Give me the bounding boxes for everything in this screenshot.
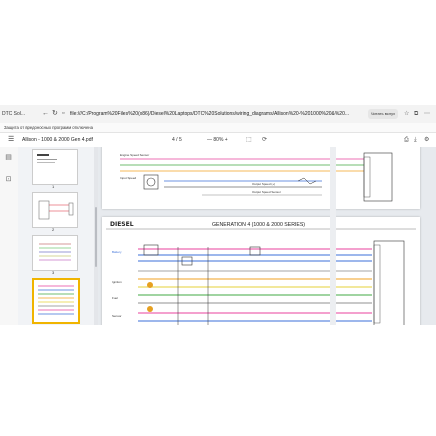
gauge-icon xyxy=(146,177,156,187)
scrollbar-thumb[interactable] xyxy=(95,207,97,267)
total-pages: / 5 xyxy=(176,137,182,143)
label-output-speed: Output Speed (+) xyxy=(252,182,275,186)
rotate-icon[interactable]: ⟳ xyxy=(262,135,267,145)
pdf-file-title: Allison - 1000 & 2000 Gen 4.pdf xyxy=(22,137,93,143)
thumbnail-number: 1 xyxy=(52,184,55,189)
fit-page-icon[interactable]: ⬚ xyxy=(246,135,252,145)
security-notice: Защита от вредоносных программ отключена xyxy=(0,123,436,133)
thumbnail-page-2[interactable] xyxy=(32,192,78,228)
label-ignition: Ignition xyxy=(112,280,122,284)
module-icon xyxy=(249,246,261,256)
save-icon[interactable]: ⤓ xyxy=(414,135,417,145)
document-scrollbar[interactable] xyxy=(330,147,336,325)
browser-window: DTC Sol... ← ↻ ▫ file:///C:/Program%20Fi… xyxy=(0,105,436,325)
label-engine-speed: Engine Speed Sensor xyxy=(120,153,149,157)
thumbnail-2-preview xyxy=(38,200,74,220)
thumbnail-number: 3 xyxy=(52,270,55,275)
bookmarks-icon[interactable]: ⊡ xyxy=(4,175,13,184)
label-input-speed: Input Speed xyxy=(120,176,137,180)
browser-tab[interactable]: DTC Sol... xyxy=(2,108,38,120)
thumbnail-1-preview xyxy=(37,154,57,163)
file-icon: ▫ xyxy=(62,110,65,117)
switch-icon xyxy=(147,306,153,312)
label-battery: Battery xyxy=(112,250,122,254)
more-icon[interactable]: ⋯ xyxy=(424,109,430,119)
menu-icon[interactable]: ☰ xyxy=(8,135,14,145)
zoom-control[interactable]: — 80% + xyxy=(207,135,228,145)
address-bar[interactable]: file:///C:/Program%20Files%20(x86)/Diese… xyxy=(70,109,360,119)
tcm-pins xyxy=(373,244,381,324)
label-output-sensor: Output Speed Sensor xyxy=(252,190,281,194)
pdf-page-4: DIESEL GENERATION 4 (1000 & 2000 SERIES) xyxy=(102,217,420,325)
wiring-diagram-lower: Battery Ignition Fuel Sensor xyxy=(106,228,416,325)
connector-block xyxy=(363,152,393,202)
thumbnail-number: 2 xyxy=(52,227,55,232)
back-icon[interactable]: ← xyxy=(42,109,49,119)
current-page[interactable]: 4 xyxy=(172,137,175,143)
wiring-diagram-upper: Engine Speed Sensor Input Speed Output S… xyxy=(120,152,393,202)
thumbnail-panel: 1 2 3 xyxy=(18,147,98,325)
battery-icon xyxy=(143,244,159,256)
page-indicator[interactable]: 4 / 5 xyxy=(172,135,182,145)
pdf-toolbar: ☰ Allison - 1000 & 2000 Gen 4.pdf 4 / 5 … xyxy=(0,133,436,148)
pdf-page-3: Engine Speed Sensor Input Speed Output S… xyxy=(102,147,420,209)
collections-icon[interactable]: ⧉ xyxy=(414,109,418,119)
refresh-icon[interactable]: ↻ xyxy=(52,109,58,119)
label-fuel: Fuel xyxy=(112,296,118,300)
fuse-icon xyxy=(147,282,153,288)
thumbnail-4-preview xyxy=(38,285,74,315)
thumbnail-3-preview xyxy=(39,243,71,261)
label-sensor: Sensor xyxy=(112,314,122,318)
thumbnail-page-3[interactable] xyxy=(32,235,78,271)
browser-toolbar: DTC Sol... ← ↻ ▫ file:///C:/Program%20Fi… xyxy=(0,105,436,124)
thumbnails-icon[interactable]: ▤ xyxy=(4,153,13,162)
tcm-connector xyxy=(373,240,405,325)
thumbnail-page-1[interactable] xyxy=(32,149,78,185)
document-viewer: Engine Speed Sensor Input Speed Output S… xyxy=(98,147,436,325)
favorite-icon[interactable]: ☆ xyxy=(404,109,409,119)
thumbnail-page-4[interactable] xyxy=(32,278,80,324)
sidebar-rail: ▤ ⊡ xyxy=(0,147,19,325)
sensor-box xyxy=(143,174,159,190)
print-icon[interactable]: ⎙ xyxy=(404,135,409,145)
settings-icon[interactable]: ⚙ xyxy=(424,135,429,145)
connector-pins xyxy=(363,156,371,198)
read-aloud-button[interactable]: Читать вслух xyxy=(368,109,398,119)
